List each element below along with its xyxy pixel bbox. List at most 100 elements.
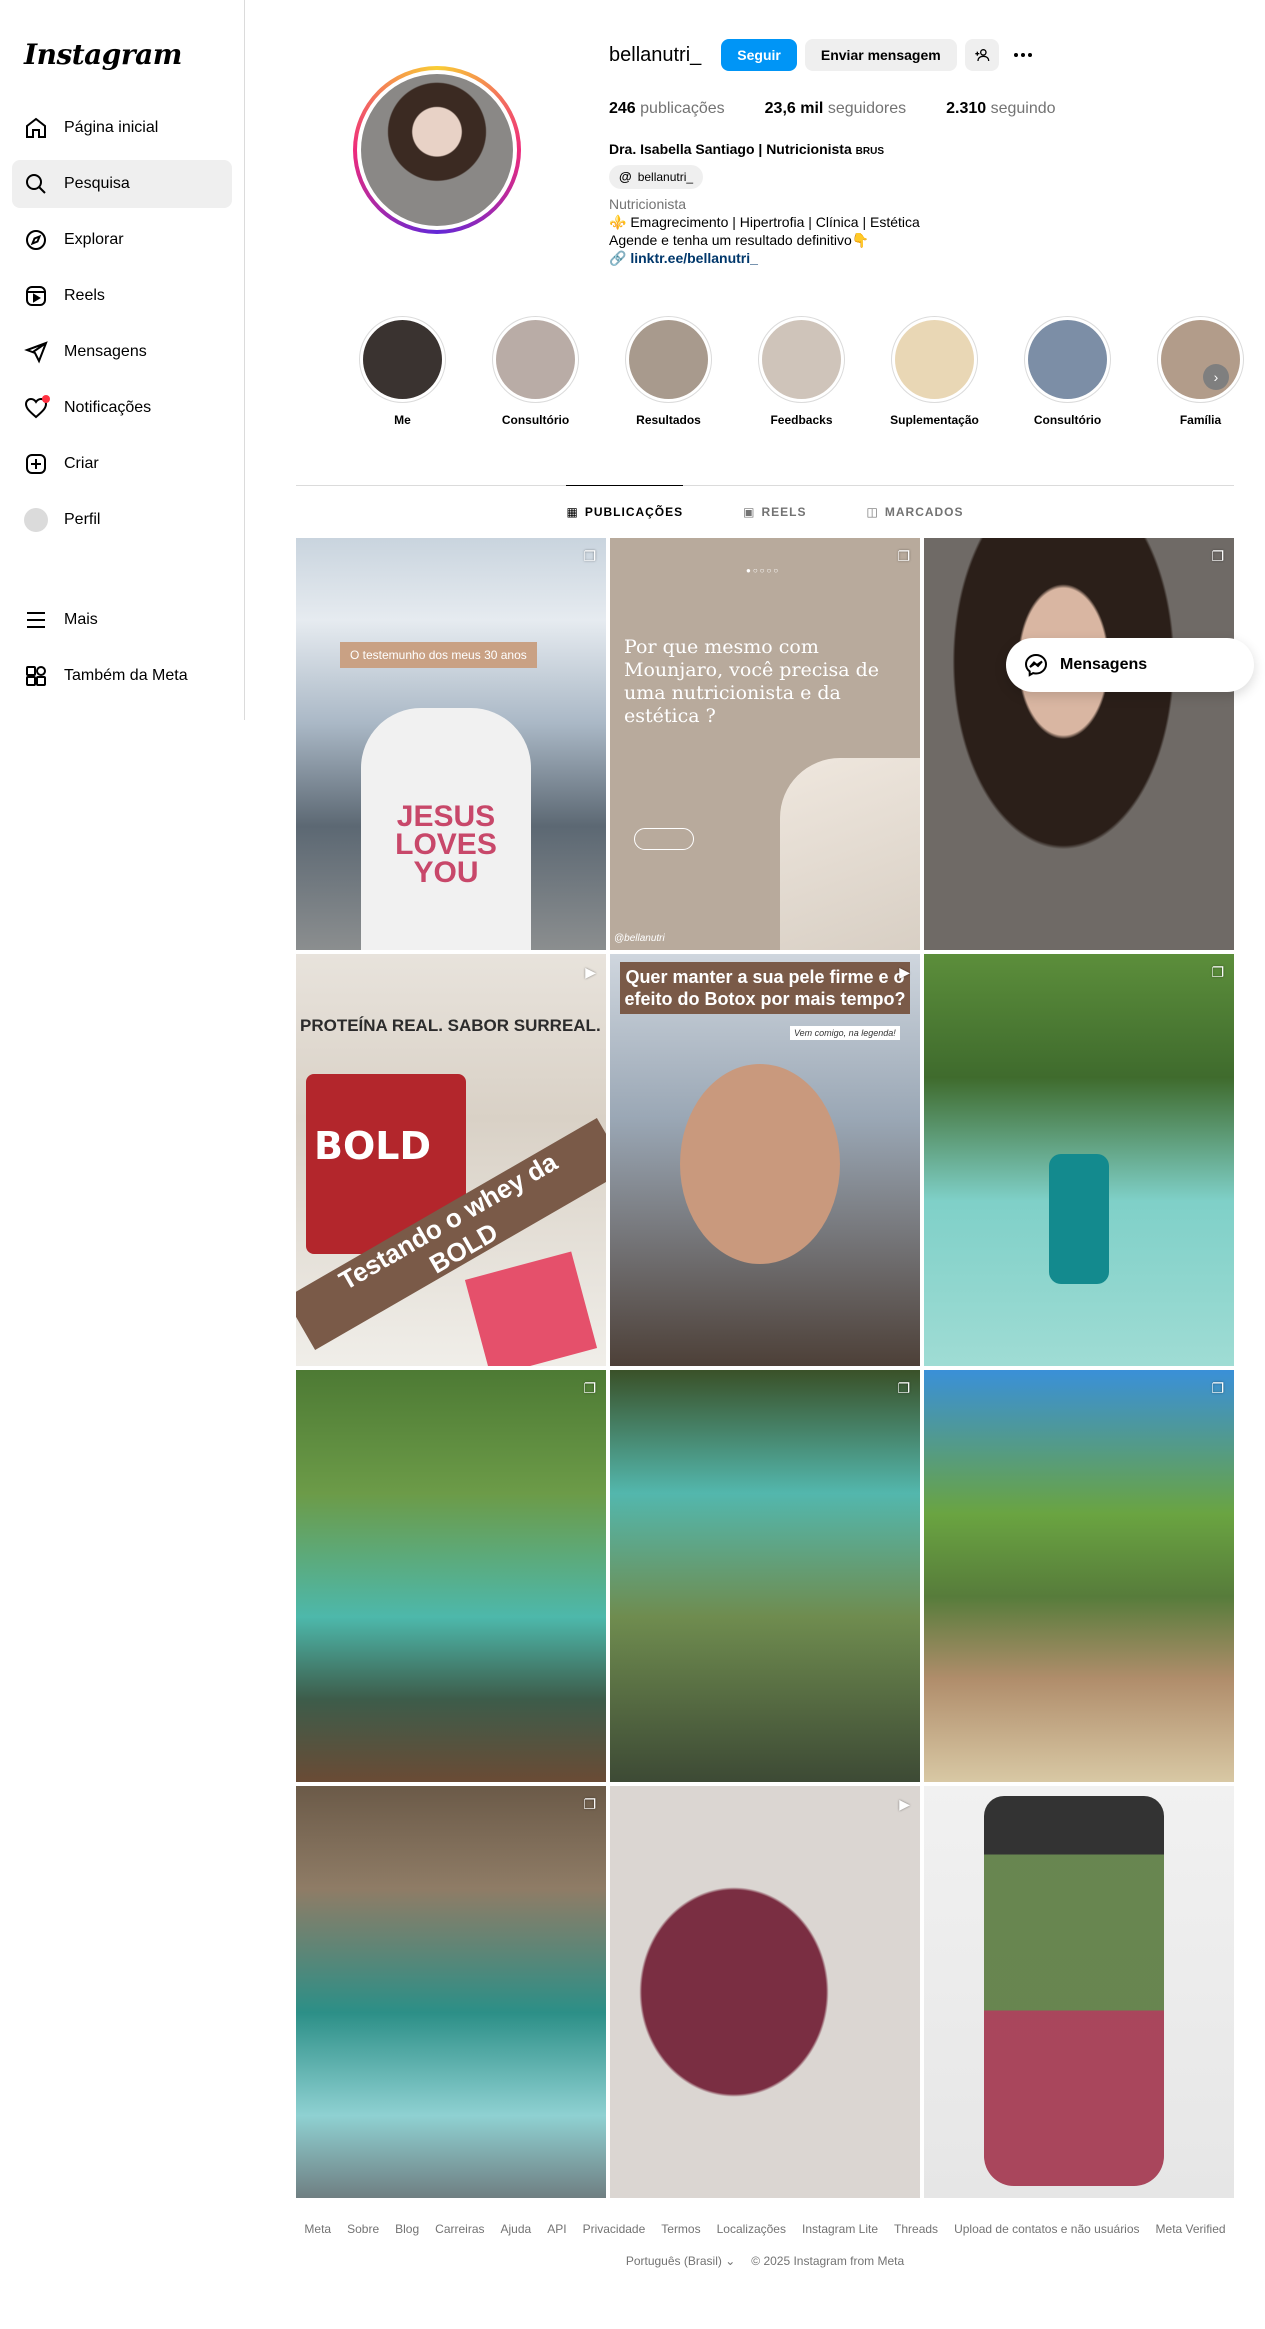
post-thumbnail[interactable]: PROTEÍNA REAL. SABOR SURREAL. BOLD Testa… <box>296 954 606 1366</box>
language-selector[interactable]: Português (Brasil) ⌄ <box>626 2254 735 2268</box>
sidebar-item-label: Mensagens <box>64 343 147 360</box>
post-thumbnail[interactable]: ●○○○○ Por que mesmo com Mounjaro, você p… <box>610 538 920 950</box>
profile-header-row: bellanutri_ Seguir Enviar mensagem <box>609 38 1039 72</box>
post-thumbnail[interactable]: O testemunho dos meus 30 anos JESUS LOVE… <box>296 538 606 950</box>
sidebar-item-search[interactable]: Pesquisa <box>12 160 232 208</box>
highlight-item[interactable]: Feedbacks <box>735 316 868 427</box>
highlight-item[interactable]: Família <box>1134 316 1265 427</box>
sidebar-nav: Página inicial Pesquisa Explorar Reels M… <box>12 104 232 700</box>
footer-link[interactable]: Privacidade <box>583 2222 646 2236</box>
post-caption-overlay: O testemunho dos meus 30 anos <box>340 642 537 668</box>
footer-link[interactable]: Instagram Lite <box>802 2222 878 2236</box>
message-button[interactable]: Enviar mensagem <box>804 39 957 71</box>
sidebar-item-messages[interactable]: Mensagens <box>12 328 232 376</box>
following-count[interactable]: 2.310 seguindo <box>946 100 1055 118</box>
post-thumbnail[interactable] <box>924 1786 1234 2198</box>
home-icon <box>24 116 48 140</box>
sidebar-item-meta[interactable]: Também da Meta <box>12 652 232 700</box>
sidebar-item-label: Criar <box>64 455 99 472</box>
heart-icon <box>24 395 50 420</box>
messenger-icon <box>1024 653 1048 677</box>
copyright: © 2025 Instagram from Meta <box>751 2254 905 2268</box>
messages-floating-button[interactable]: Mensagens <box>1006 638 1254 692</box>
footer-link[interactable]: Sobre <box>347 2222 379 2236</box>
carousel-icon: ❐ <box>1211 548 1224 564</box>
threads-icon: @ <box>619 169 632 184</box>
carousel-icon: ❐ <box>1211 1380 1224 1396</box>
highlight-item[interactable]: Consultório <box>1001 316 1134 427</box>
sidebar-item-explore[interactable]: Explorar <box>12 216 232 264</box>
post-caption-overlay: Por que mesmo com Mounjaro, você precisa… <box>624 636 880 727</box>
profile-username: bellanutri_ <box>609 43 702 66</box>
post-thumbnail[interactable]: ❐ <box>296 1786 606 2198</box>
carousel-icon: ❐ <box>897 548 910 564</box>
post-thumbnail[interactable]: ❐ <box>610 1370 920 1782</box>
footer-link[interactable]: API <box>547 2222 566 2236</box>
meta-apps-icon <box>24 664 48 688</box>
sidebar-item-reels[interactable]: Reels <box>12 272 232 320</box>
sidebar-item-label: Pesquisa <box>64 175 130 192</box>
bio-line: ⚜️ Emagrecimento | Hipertrofia | Clínica… <box>609 214 920 230</box>
footer-link[interactable]: Blog <box>395 2222 419 2236</box>
tab-tagged[interactable]: ◫ MARCADOS <box>867 485 964 537</box>
reels-icon: ▣ <box>743 504 756 519</box>
reel-icon: ▶ <box>899 964 910 980</box>
sidebar-item-profile[interactable]: Perfil <box>12 496 232 544</box>
carousel-icon: ❐ <box>583 548 596 564</box>
profile-link[interactable]: 🔗 linktr.ee/bellanutri_ <box>609 249 1029 267</box>
plus-icon <box>24 452 48 476</box>
footer-link[interactable]: Ajuda <box>501 2222 532 2236</box>
carousel-icon: ❐ <box>1211 964 1224 980</box>
sidebar: Instagram Página inicial Pesquisa Explor… <box>0 0 245 720</box>
send-icon <box>24 340 48 364</box>
post-thumbnail[interactable]: ❐ <box>924 1370 1234 1782</box>
story-highlights: Me Consultório Resultados Feedbacks Supl… <box>336 316 1265 427</box>
posts-count: 246 publicações <box>609 100 725 117</box>
footer-link[interactable]: Meta Verified <box>1156 2222 1226 2236</box>
threads-badge[interactable]: @ bellanutri_ <box>609 165 704 189</box>
chevron-right-icon[interactable]: › <box>1203 364 1229 390</box>
highlight-item[interactable]: Consultório <box>469 316 602 427</box>
footer-link[interactable]: Meta <box>304 2222 331 2236</box>
sidebar-item-home[interactable]: Página inicial <box>12 104 232 152</box>
post-thumbnail[interactable]: Quer manter a sua pele firme e o efeito … <box>610 954 920 1366</box>
menu-icon <box>24 608 48 632</box>
instagram-logo[interactable]: Instagram <box>12 30 232 78</box>
sidebar-item-label: Perfil <box>64 511 101 528</box>
post-thumbnail[interactable]: ❐ <box>924 954 1234 1366</box>
tab-posts[interactable]: ▦ PUBLICAÇÕES <box>566 485 684 537</box>
post-thumbnail[interactable]: ▶ <box>610 1786 920 2198</box>
footer-link[interactable]: Upload de contatos e não usuários <box>954 2222 1139 2236</box>
avatar <box>24 508 48 532</box>
followers-count[interactable]: 23,6 mil seguidores <box>765 100 906 118</box>
sidebar-item-create[interactable]: Criar <box>12 440 232 488</box>
footer-link[interactable]: Threads <box>894 2222 938 2236</box>
posts-grid: O testemunho dos meus 30 anos JESUS LOVE… <box>296 538 1234 2198</box>
post-caption-overlay: BOLD <box>314 1124 432 1168</box>
profile-picture[interactable] <box>353 66 521 234</box>
footer-link[interactable]: Carreiras <box>435 2222 484 2236</box>
highlight-item[interactable]: Suplementação <box>868 316 1001 427</box>
sidebar-item-label: Página inicial <box>64 119 159 136</box>
follow-button[interactable]: Seguir <box>721 39 797 71</box>
post-thumbnail[interactable]: ❐ <box>296 1370 606 1782</box>
arrow-icon <box>634 828 694 850</box>
post-caption-overlay: Vem comigo, na legenda! <box>790 1026 900 1040</box>
more-options-icon[interactable] <box>1007 39 1039 71</box>
compass-icon <box>24 228 48 252</box>
tab-reels[interactable]: ▣ REELS <box>743 485 806 537</box>
highlight-item[interactable]: Resultados <box>602 316 735 427</box>
suggest-users-button[interactable] <box>964 39 999 71</box>
post-caption-overlay: Quer manter a sua pele firme e o efeito … <box>620 962 910 1014</box>
highlight-item[interactable]: Me <box>336 316 469 427</box>
post-thumbnail[interactable]: ❐ <box>924 538 1234 950</box>
footer-link[interactable]: Localizações <box>717 2222 786 2236</box>
footer-link[interactable]: Termos <box>661 2222 700 2236</box>
footer-bottom: Português (Brasil) ⌄ © 2025 Instagram fr… <box>296 2254 1234 2268</box>
sidebar-item-more[interactable]: Mais <box>12 596 232 644</box>
sidebar-item-label: Mais <box>64 611 98 628</box>
carousel-icon: ❐ <box>583 1796 596 1812</box>
sidebar-item-notifications[interactable]: Notificações <box>12 384 232 432</box>
link-icon: 🔗 <box>609 250 627 266</box>
reels-icon <box>24 284 48 308</box>
